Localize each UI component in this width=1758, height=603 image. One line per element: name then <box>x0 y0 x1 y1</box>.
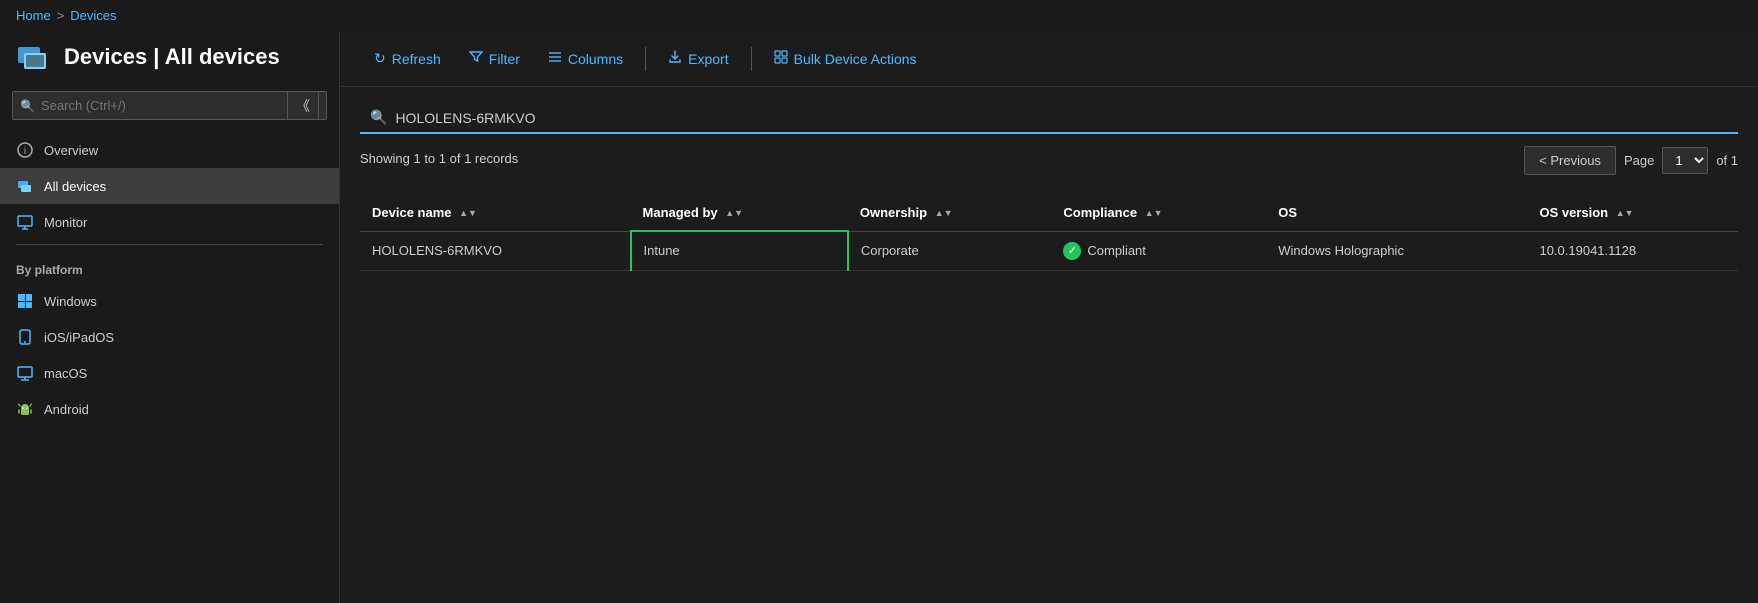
filter-label: Filter <box>489 51 520 67</box>
columns-label: Columns <box>568 51 623 67</box>
filter-icon <box>469 50 483 67</box>
content-body: 🔍 Showing 1 to 1 of 1 records < Previous… <box>340 87 1758 603</box>
sort-icon-managed-by: ▲▼ <box>725 209 743 218</box>
table-row[interactable]: HOLOLENS-6RMKVO Intune Corporate ✓ Compl… <box>360 231 1738 270</box>
filter-button[interactable]: Filter <box>455 43 534 74</box>
bulk-actions-button[interactable]: Bulk Device Actions <box>760 43 931 74</box>
content-area: ↻ Refresh Filter <box>340 31 1758 603</box>
sidebar-item-monitor-label: Monitor <box>44 215 87 230</box>
toolbar-divider-1 <box>645 47 646 71</box>
toolbar-divider-2 <box>751 47 752 71</box>
breadcrumb-home[interactable]: Home <box>16 8 51 23</box>
bulk-actions-icon <box>774 50 788 67</box>
breadcrumb: Home > Devices <box>0 0 1758 31</box>
pagination-page-select[interactable]: 1 <box>1662 147 1708 174</box>
monitor-icon <box>16 213 34 231</box>
sort-icon-compliance: ▲▼ <box>1145 209 1163 218</box>
records-info: Showing 1 to 1 of 1 records <box>360 151 518 166</box>
table-header-row: Device name ▲▼ Managed by ▲▼ Ownership ▲… <box>360 195 1738 231</box>
toolbar: ↻ Refresh Filter <box>340 31 1758 87</box>
devices-icon <box>16 39 52 75</box>
columns-icon <box>548 50 562 67</box>
refresh-label: Refresh <box>392 51 441 67</box>
sidebar-item-monitor[interactable]: Monitor <box>0 204 339 240</box>
sidebar-item-ios[interactable]: iOS/iPadOS <box>0 319 339 355</box>
sidebar-item-macos[interactable]: macOS <box>0 355 339 391</box>
col-os-label: OS <box>1278 205 1297 220</box>
table-header: Device name ▲▼ Managed by ▲▼ Ownership ▲… <box>360 195 1738 231</box>
all-devices-icon <box>16 177 34 195</box>
section-divider <box>16 244 323 245</box>
compliance-text: Compliant <box>1087 243 1146 258</box>
cell-device-name: HOLOLENS-6RMKVO <box>360 231 631 270</box>
svg-text:i: i <box>24 146 26 157</box>
device-search-bar: 🔍 <box>360 103 1738 134</box>
refresh-icon: ↻ <box>374 50 386 67</box>
pagination-previous-button[interactable]: < Previous <box>1524 146 1616 175</box>
compliance-badge: ✓ Compliant <box>1063 242 1254 260</box>
sidebar-item-all-devices[interactable]: All devices <box>0 168 339 204</box>
bulk-actions-label: Bulk Device Actions <box>794 51 917 67</box>
pagination-of-label: of 1 <box>1716 153 1738 168</box>
col-managed-by-label: Managed by <box>643 205 718 220</box>
sidebar-item-all-devices-label: All devices <box>44 179 106 194</box>
col-compliance[interactable]: Compliance ▲▼ <box>1051 195 1266 231</box>
sidebar: Devices | All devices 🔍 《 i <box>0 31 340 603</box>
sidebar-search-box: 🔍 《 <box>12 91 327 120</box>
device-search-icon: 🔍 <box>370 109 387 126</box>
table-body: HOLOLENS-6RMKVO Intune Corporate ✓ Compl… <box>360 231 1738 270</box>
breadcrumb-devices[interactable]: Devices <box>70 8 116 23</box>
col-os-version[interactable]: OS version ▲▼ <box>1527 195 1738 231</box>
device-search-input[interactable] <box>395 110 1728 126</box>
devices-table: Device name ▲▼ Managed by ▲▼ Ownership ▲… <box>360 195 1738 271</box>
info-circle-icon: i <box>16 141 34 159</box>
cell-os-version: 10.0.19041.1128 <box>1527 231 1738 270</box>
search-icon: 🔍 <box>20 99 35 113</box>
android-icon <box>16 400 34 418</box>
sidebar-search-input[interactable] <box>12 91 327 120</box>
sidebar-collapse-btn[interactable]: 《 <box>287 91 319 120</box>
pagination-page-label: Page <box>1624 153 1654 168</box>
cell-compliance: ✓ Compliant <box>1051 231 1266 270</box>
sort-icon-ownership: ▲▼ <box>935 209 953 218</box>
col-device-name[interactable]: Device name ▲▼ <box>360 195 631 231</box>
export-label: Export <box>688 51 728 67</box>
main-layout: Devices | All devices 🔍 《 i <box>0 31 1758 603</box>
export-button[interactable]: Export <box>654 43 742 74</box>
sort-icon-os-version: ▲▼ <box>1616 209 1634 218</box>
cell-managed-by: Intune <box>631 231 848 270</box>
sidebar-item-android[interactable]: Android <box>0 391 339 427</box>
pagination-bar: < Previous Page 1 of 1 <box>1524 146 1738 175</box>
windows-icon <box>16 292 34 310</box>
sidebar-item-macos-label: macOS <box>44 366 87 381</box>
section-by-platform: By platform <box>0 249 339 283</box>
page-title: Devices | All devices <box>64 44 280 70</box>
sidebar-item-overview[interactable]: i Overview <box>0 132 339 168</box>
col-ownership[interactable]: Ownership ▲▼ <box>848 195 1052 231</box>
col-managed-by[interactable]: Managed by ▲▼ <box>631 195 848 231</box>
macos-icon <box>16 364 34 382</box>
sort-icon-device-name: ▲▼ <box>459 209 477 218</box>
sidebar-item-windows-label: Windows <box>44 294 97 309</box>
columns-button[interactable]: Columns <box>534 43 637 74</box>
page-header-area: Devices | All devices <box>0 31 339 91</box>
cell-os: Windows Holographic <box>1266 231 1527 270</box>
export-icon <box>668 50 682 67</box>
sidebar-nav: i Overview All devices <box>0 132 339 603</box>
sidebar-item-android-label: Android <box>44 402 89 417</box>
refresh-button[interactable]: ↻ Refresh <box>360 43 455 74</box>
ios-icon <box>16 328 34 346</box>
col-compliance-label: Compliance <box>1063 205 1137 220</box>
breadcrumb-sep1: > <box>57 8 65 23</box>
col-os[interactable]: OS <box>1266 195 1527 231</box>
cell-ownership: Corporate <box>848 231 1052 270</box>
app-container: Home > Devices Devices | All devices 🔍 《 <box>0 0 1758 603</box>
col-ownership-label: Ownership <box>860 205 927 220</box>
sidebar-item-windows[interactable]: Windows <box>0 283 339 319</box>
col-device-name-label: Device name <box>372 205 452 220</box>
sidebar-item-overview-label: Overview <box>44 143 98 158</box>
col-os-version-label: OS version <box>1539 205 1608 220</box>
sidebar-item-ios-label: iOS/iPadOS <box>44 330 114 345</box>
compliance-check-icon: ✓ <box>1063 242 1081 260</box>
